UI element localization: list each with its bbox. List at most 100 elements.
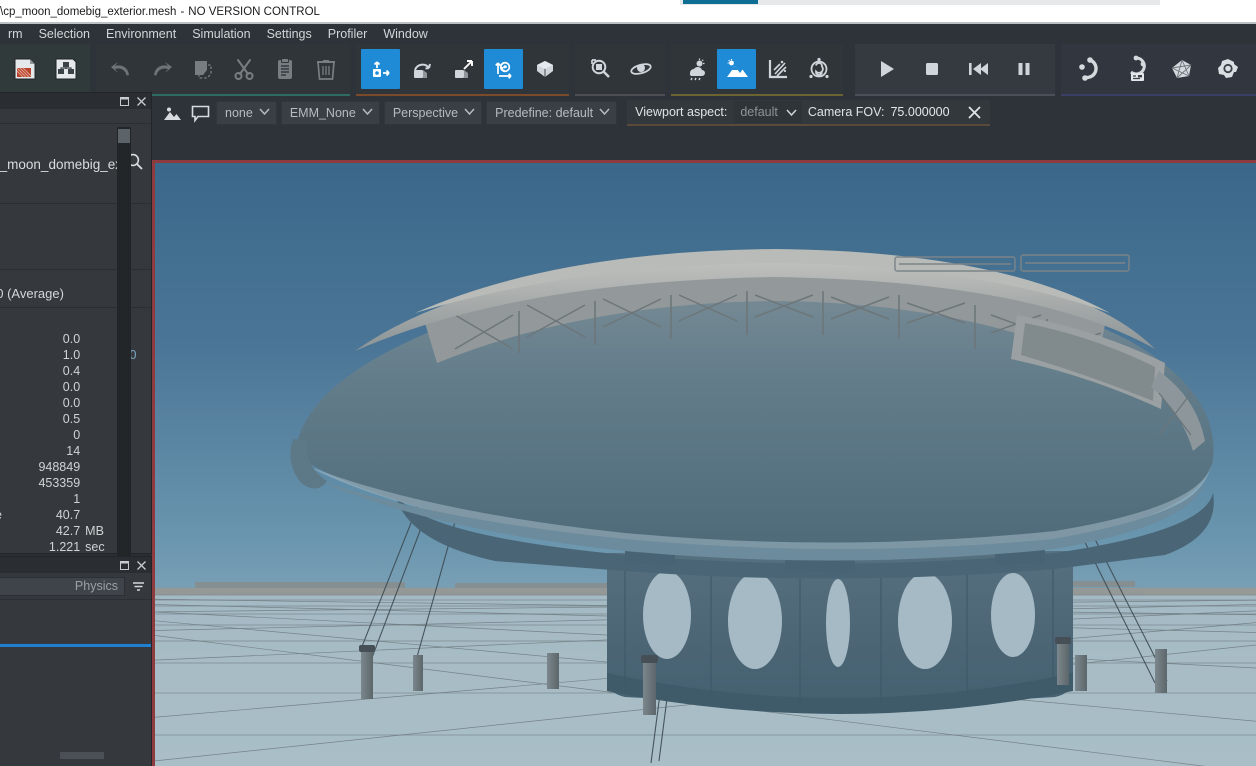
viewport-aspect-value: default	[740, 105, 778, 119]
paste-clipboard-icon-button[interactable]	[265, 49, 304, 89]
physics-filter-input[interactable]: Physics	[0, 577, 125, 596]
viewport-3d-canvas[interactable]	[152, 160, 1256, 766]
predefine-select[interactable]: Predefine: default	[486, 101, 617, 125]
terrain-mountain-icon-button[interactable]	[717, 49, 756, 89]
chevron-down-icon	[259, 108, 270, 118]
statistics-panel: _moon_domebig_ex 00 (Average) 0.01.0100.…	[0, 92, 152, 554]
overlay-select-value: none	[225, 106, 253, 120]
statistic-value: 40.7	[8, 508, 80, 522]
time-of-day-icon-button[interactable]	[799, 49, 838, 89]
restore-icon[interactable]	[118, 559, 131, 572]
statistic-value: 1.221	[8, 540, 80, 554]
viewport-aspect-select[interactable]: default	[733, 101, 802, 123]
toolbar-group-file	[0, 44, 90, 96]
scene-wireframe	[155, 163, 1256, 766]
statistics-scrollbar[interactable]	[117, 127, 131, 561]
camera-fov-label: Camera FOV:	[808, 105, 885, 119]
pivot-snap-icon-button[interactable]	[525, 49, 564, 89]
toolbar-group-transform	[356, 44, 569, 96]
save-disk-icon-button[interactable]	[5, 49, 44, 89]
average-label: 00 (Average)	[0, 286, 64, 301]
move-translate-icon-button[interactable]	[361, 49, 400, 89]
statistics-panel-titlebar	[0, 93, 151, 109]
overlay-select[interactable]: none	[216, 101, 277, 125]
particle-node-icon-button[interactable]	[1068, 49, 1112, 89]
menu-environment[interactable]: Environment	[98, 24, 184, 44]
statistic-value: 0.0	[8, 332, 80, 346]
stop-icon-button[interactable]	[910, 49, 954, 89]
emm-select[interactable]: EMM_None	[281, 101, 380, 125]
physics-panel-toolbar: Physics	[0, 573, 151, 599]
close-icon[interactable]	[135, 95, 148, 108]
horizontal-scrollbar-stub[interactable]	[60, 752, 104, 759]
search-input-value[interactable]: _moon_domebig_ex	[0, 157, 122, 172]
camera-settings-group: Viewport aspect: default Camera FOV: 75.…	[627, 100, 989, 126]
delete-trash-icon-button[interactable]	[306, 49, 345, 89]
close-icon[interactable]	[135, 559, 148, 572]
predefine-select-value: Predefine: default	[495, 106, 593, 120]
lighting-icon-button[interactable]	[758, 49, 797, 89]
physics-panel-titlebar	[0, 557, 151, 573]
mesh-facets-icon-button[interactable]	[1160, 49, 1204, 89]
play-icon-button[interactable]	[864, 49, 908, 89]
camera-fov-input[interactable]: 75.000000	[890, 105, 949, 119]
statistic-unit: sec	[80, 540, 112, 554]
rotate-icon-button[interactable]	[402, 49, 441, 89]
undo-icon-button[interactable]	[101, 49, 140, 89]
physics-panel: Physics	[0, 556, 152, 766]
close-icon[interactable]	[964, 101, 986, 123]
menu-profiler[interactable]: Profiler	[320, 24, 376, 44]
menu-simulation[interactable]: Simulation	[184, 24, 258, 44]
pause-icon-button[interactable]	[1002, 49, 1046, 89]
physics-list[interactable]	[0, 647, 151, 766]
menu-transform[interactable]: rm	[0, 24, 31, 44]
chevron-down-icon	[362, 108, 373, 118]
statistic-value: 0.0	[8, 380, 80, 394]
menu-settings[interactable]: Settings	[259, 24, 320, 44]
camera-rig-icon-button[interactable]	[1252, 49, 1256, 89]
main-toolbar	[0, 44, 1256, 96]
physics-filter-label: Physics	[75, 579, 118, 593]
statistic-value: 0	[8, 428, 80, 442]
statistic-value: 0.0	[8, 396, 80, 410]
menu-window[interactable]: Window	[375, 24, 435, 44]
package-icon-button[interactable]	[46, 49, 85, 89]
weather-cloud-sun-icon-button[interactable]	[676, 49, 715, 89]
projection-select[interactable]: Perspective	[384, 101, 482, 125]
viewport-toolbar: none EMM_None Perspective Predefine: def…	[152, 96, 1256, 130]
emm-select-value: EMM_None	[290, 106, 356, 120]
scale-icon-button[interactable]	[443, 49, 482, 89]
title-bar: \cp_moon_domebig_exterior.mesh - NO VERS…	[0, 2, 680, 22]
rewind-icon-button[interactable]	[956, 49, 1000, 89]
statistic-value: 948849	[8, 460, 80, 474]
viewport-aspect-label: Viewport aspect:	[635, 105, 727, 119]
title-separator: -	[180, 6, 184, 18]
redo-icon-button[interactable]	[142, 49, 181, 89]
viewport: none EMM_None Perspective Predefine: def…	[152, 96, 1256, 766]
statistic-value: 453359	[8, 476, 80, 490]
scrollbar-thumb[interactable]	[118, 129, 130, 143]
duplicate-icon-button[interactable]	[183, 49, 222, 89]
menu-bar: rmSelectionEnvironmentSimulationSettings…	[0, 24, 1256, 44]
zoom-selection-icon-button[interactable]	[580, 49, 619, 89]
statistic-value: 1.0	[8, 348, 80, 362]
transform-gizmo-icon-button[interactable]	[484, 49, 523, 89]
projection-select-value: Perspective	[393, 106, 458, 120]
background-browser-active-tab[interactable]	[683, 0, 758, 4]
restore-icon[interactable]	[118, 95, 131, 108]
asset-browser-icon-button[interactable]	[1114, 49, 1158, 89]
orbit-camera-icon-button[interactable]	[621, 49, 660, 89]
toolbar-group-view	[575, 44, 665, 96]
statistic-value: 14	[8, 444, 80, 458]
title-file-path: \cp_moon_domebig_exterior.mesh	[0, 6, 176, 18]
cut-scissors-icon-button[interactable]	[224, 49, 263, 89]
title-version-status: NO VERSION CONTROL	[188, 6, 320, 18]
toolbar-group-tools	[1061, 44, 1256, 96]
physics-node-icon-button[interactable]	[1206, 49, 1250, 89]
statistic-unit: MB	[80, 524, 112, 538]
statistic-value: 0.4	[8, 364, 80, 378]
menu-selection[interactable]: Selection	[31, 24, 98, 44]
speech-bubble-icon[interactable]	[188, 101, 212, 125]
chevron-double-down-icon[interactable]	[129, 576, 147, 596]
image-thumbnail-icon[interactable]	[160, 101, 184, 125]
